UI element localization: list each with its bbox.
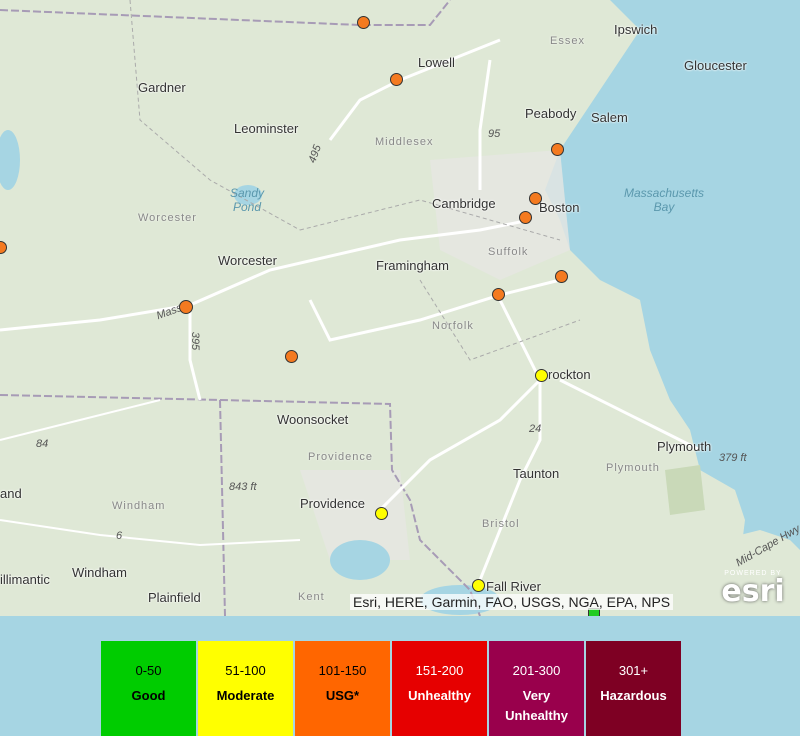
legend-item-moderate: 51-100 Moderate [198, 641, 295, 736]
legend-item-hazardous: 301+ Hazardous [586, 641, 683, 736]
legend-range: 201-300 [512, 663, 561, 678]
aqi-station-marker[interactable] [179, 300, 193, 314]
map-attribution: Esri, HERE, Garmin, FAO, USGS, NGA, EPA,… [350, 594, 674, 610]
legend-category: Very Unhealthy [505, 688, 568, 723]
kent-county-label: Kent [298, 591, 325, 603]
worcester-county-label: Worcester [138, 212, 197, 224]
legend-range: 301+ [618, 663, 649, 678]
providence-label: Providence [300, 496, 366, 511]
aqi-station-marker[interactable] [390, 73, 403, 86]
esri-wordmark: esri [721, 574, 785, 609]
elevation-843-label: 843 ft [229, 481, 257, 493]
brockton-label: rockton [548, 367, 591, 382]
aqi-station-marker[interactable] [551, 143, 564, 156]
route-84-label: 84 [36, 438, 49, 450]
plainfield-label: Plainfield [148, 590, 201, 605]
depth-379-label: 379 ft [719, 452, 747, 464]
legend-category: Hazardous [600, 688, 667, 703]
salem-label: Salem [591, 110, 628, 125]
aqi-station-marker[interactable] [535, 369, 548, 382]
peabody-label: Peabody [525, 106, 577, 121]
land-label: and [0, 486, 22, 501]
esri-logo[interactable]: POWERED BY esri [714, 570, 792, 612]
taunton-label: Taunton [513, 466, 560, 481]
legend-range: 151-200 [415, 663, 464, 678]
windham-label: Windham [72, 565, 127, 580]
legend-category: USG* [325, 688, 360, 703]
aqi-station-marker[interactable] [555, 270, 568, 283]
windham-county-label: Windham [112, 500, 166, 512]
legend-category: Good [131, 688, 166, 703]
aqi-station-marker[interactable] [472, 579, 485, 592]
aqi-station-marker[interactable] [285, 350, 298, 363]
route-24-label: 24 [529, 423, 542, 435]
aqi-station-marker[interactable] [529, 192, 542, 205]
legend-range: 51-100 [225, 663, 266, 678]
willimantic-label: illimantic [0, 572, 50, 587]
sandy-pond-label: Sandy Pond [229, 186, 265, 214]
basemap [0, 0, 800, 616]
legend-item-very-unhealthy: 201-300 Very Unhealthy [489, 641, 586, 736]
ipswich-label: Ipswich [614, 22, 658, 37]
route-95-label: 95 [488, 128, 501, 140]
worcester-label: Worcester [218, 253, 277, 268]
legend-item-unhealthy: 151-200 Unhealthy [392, 641, 489, 736]
framingham-label: Framingham [376, 258, 449, 273]
map-view[interactable]: Ipswich Essex Lowell Gloucester Gardner … [0, 0, 800, 616]
bristol-county-label: Bristol [482, 518, 520, 530]
lowell-label: Lowell [418, 55, 455, 70]
legend-item-good: 0-50 Good [101, 641, 198, 736]
legend-category: Unhealthy [408, 688, 471, 703]
norfolk-county-label: Norfolk [432, 320, 474, 332]
legend-range: 101-150 [318, 663, 367, 678]
aqi-station-marker[interactable] [519, 211, 532, 224]
aqi-legend: 0-50 Good 51-100 Moderate 101-150 USG* 151-200… [101, 641, 683, 736]
plymouth-county-label: Plymouth [606, 462, 660, 474]
providence-county-label: Providence [308, 451, 374, 463]
fall-river-label: Fall River [486, 579, 541, 594]
aqi-station-marker[interactable] [492, 288, 505, 301]
gardner-label: Gardner [138, 80, 186, 95]
aqi-station-marker[interactable] [357, 16, 370, 29]
suffolk-county-label: Suffolk [488, 246, 529, 258]
legend-range: 0-50 [135, 663, 162, 678]
route-395-label: 395 [189, 331, 202, 351]
cambridge-label: Cambridge [432, 196, 496, 211]
gloucester-label: Gloucester [684, 58, 747, 73]
legend-category: Moderate [216, 688, 275, 703]
aqi-station-marker[interactable] [375, 507, 388, 520]
woonsocket-label: Woonsocket [277, 412, 349, 427]
boston-label: Boston [539, 200, 580, 215]
massachusetts-bay-label: Massachusetts Bay [623, 186, 705, 214]
plymouth-label: Plymouth [657, 439, 712, 454]
essex-county-label: Essex [550, 35, 585, 47]
leominster-label: Leominster [234, 121, 299, 136]
legend-item-usg: 101-150 USG* [295, 641, 392, 736]
route-6-label: 6 [116, 530, 123, 542]
middlesex-county-label: Middlesex [375, 136, 434, 148]
